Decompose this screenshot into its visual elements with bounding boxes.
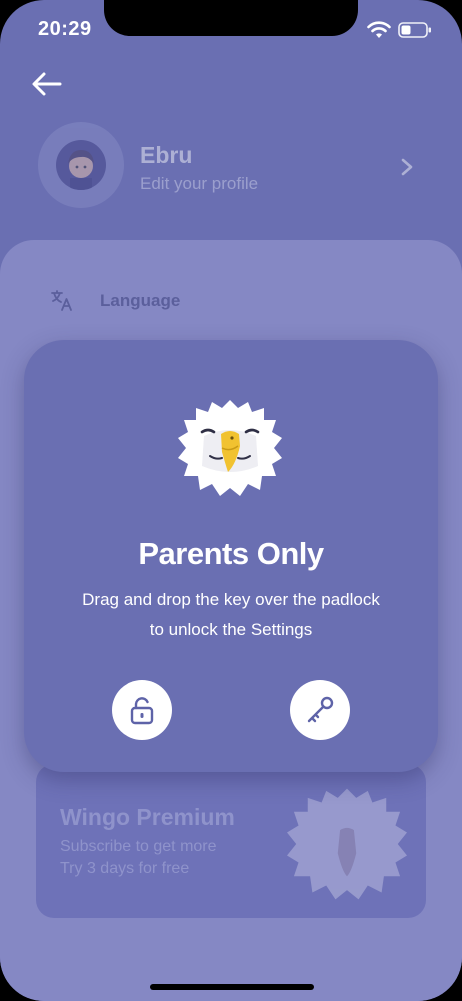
language-setting-label[interactable]: Language (100, 291, 180, 311)
status-time: 20:29 (38, 18, 92, 40)
premium-title: Wingo Premium (60, 804, 235, 830)
key-draggable[interactable] (290, 680, 350, 740)
profile-name: Ebru (140, 142, 193, 168)
back-arrow-icon[interactable] (30, 70, 64, 98)
home-indicator[interactable] (150, 984, 314, 990)
profile-subtitle: Edit your profile (140, 174, 259, 193)
premium-line-2: Try 3 days for free (60, 860, 190, 877)
battery-icon (398, 22, 431, 38)
padlock-icon (130, 697, 154, 725)
notch (104, 0, 358, 36)
app-screen: 20:29 Ebru Edit your profile Language Wi… (0, 0, 462, 1001)
translate-icon (51, 290, 72, 311)
premium-line-1: Subscribe to get more (60, 838, 217, 855)
padlock-drop-target[interactable] (112, 680, 172, 740)
wifi-icon (367, 21, 391, 38)
eagle-mascot (178, 400, 282, 496)
modal-title: Parents Only (138, 536, 324, 571)
parents-only-modal: Parents Only Drag and drop the key over … (24, 340, 438, 772)
key-icon (307, 696, 334, 723)
modal-description-line-2: to unlock the Settings (149, 620, 313, 639)
modal-description-line-1: Drag and drop the key over the padlock (82, 590, 380, 609)
chevron-right-icon (401, 158, 413, 176)
profile-row[interactable]: Ebru Edit your profile (38, 122, 428, 212)
child-avatar-icon (68, 150, 94, 190)
avatar (38, 122, 124, 208)
eagle-mascot-faded (287, 788, 407, 900)
premium-card[interactable]: Wingo Premium Subscribe to get more Try … (36, 764, 426, 918)
